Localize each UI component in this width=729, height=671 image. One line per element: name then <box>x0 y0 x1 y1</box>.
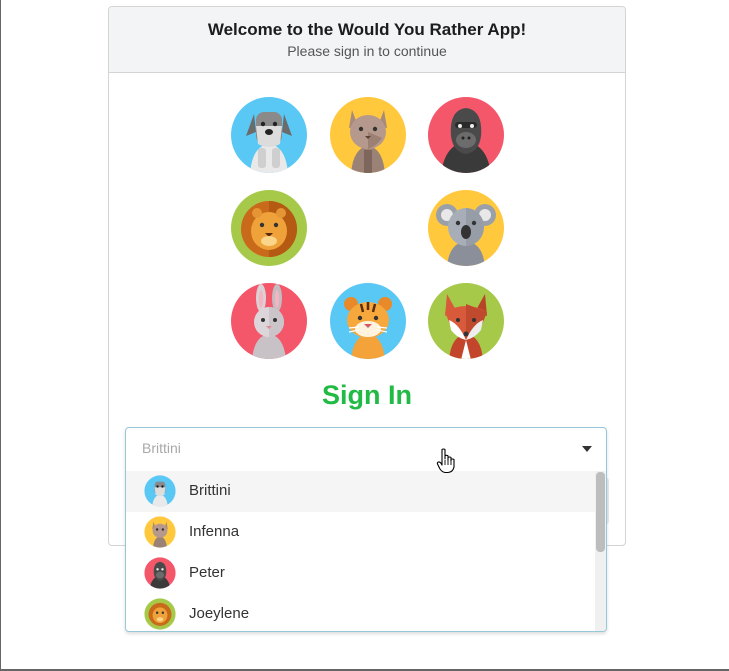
card-header: Welcome to the Would You Rather App! Ple… <box>109 7 625 73</box>
rabbit-avatar <box>231 283 307 359</box>
page-title: Welcome to the Would You Rather App! <box>207 20 527 39</box>
user-option-brittini[interactable]: Brittini <box>126 471 596 512</box>
gorilla-avatar <box>144 557 176 589</box>
gorilla-avatar <box>428 97 504 173</box>
user-option-label: Brittini <box>189 482 231 499</box>
user-select-value: Brittini <box>142 440 181 456</box>
user-select-menu: Brittini Infenna Peter Joeylene <box>126 471 596 631</box>
user-select-trigger[interactable]: Brittini <box>126 428 606 472</box>
tiger-avatar <box>330 283 406 359</box>
user-select-dropdown[interactable]: Brittini Brittini Infenna Peter Joeylene <box>125 427 607 632</box>
schnauzer-avatar <box>144 475 176 507</box>
hand-pointer-icon <box>436 448 455 474</box>
user-option-label: Peter <box>189 564 225 581</box>
signin-heading: Sign In <box>322 380 412 410</box>
lion-avatar <box>231 190 307 266</box>
dropdown-scrollbar-thumb[interactable] <box>596 472 605 552</box>
caret-down-icon <box>582 446 592 452</box>
user-option-label: Infenna <box>189 523 240 540</box>
cat-avatar <box>144 516 176 548</box>
page-subtitle: Please sign in to continue <box>287 43 447 59</box>
user-option-infenna[interactable]: Infenna <box>126 512 596 553</box>
window-left-border <box>0 0 1 671</box>
user-option-joeylene[interactable]: Joeylene <box>126 594 596 631</box>
fox-avatar <box>428 283 504 359</box>
cat-avatar <box>330 97 406 173</box>
user-option-label: Joeylene <box>189 605 250 622</box>
schnauzer-avatar <box>231 97 307 173</box>
koala-avatar <box>428 190 504 266</box>
user-option-peter[interactable]: Peter <box>126 553 596 594</box>
lion-avatar <box>144 598 176 630</box>
